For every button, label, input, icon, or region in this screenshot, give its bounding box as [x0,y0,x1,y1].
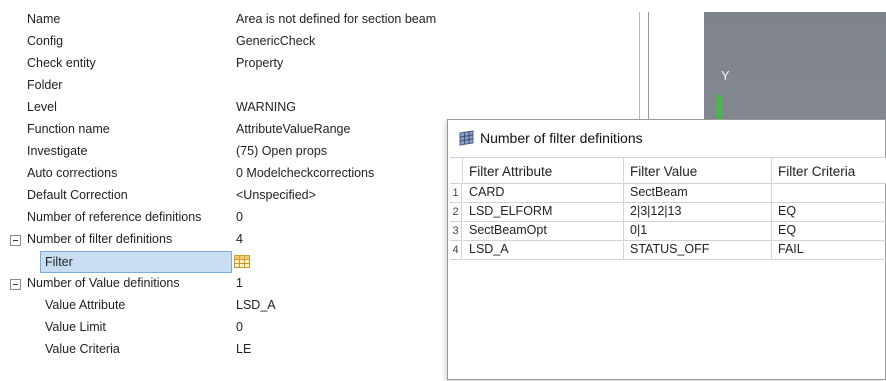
column-header-filter-criteria[interactable]: Filter Criteria [772,158,886,184]
column-header-filter-attribute[interactable]: Filter Attribute [463,158,624,184]
prop-value: <Unspecified> [236,188,316,202]
filter-definitions-popup: Number of filter definitions Filter Attr… [447,119,886,380]
popup-title: Number of filter definitions [480,130,643,146]
row-number: 2 [450,203,462,222]
cell-filter-attribute[interactable]: CARD [463,184,624,203]
prop-label: Value Attribute [45,298,126,312]
cell-filter-value[interactable]: 2|3|12|13 [624,203,772,222]
prop-value: 1 [236,276,243,290]
y-axis-label: Y [721,68,730,83]
prop-label: Investigate [27,144,88,158]
cell-filter-attribute[interactable]: LSD_ELFORM [463,203,624,222]
prop-value: 0 [236,210,243,224]
filter-selected-cell[interactable]: Filter [40,251,232,273]
prop-value: LSD_A [236,298,276,312]
prop-label: Check entity [27,56,96,70]
prop-value: AttributeValueRange [236,122,351,136]
prop-label: Level [27,100,57,114]
prop-label: Filter [45,255,73,269]
prop-value: 4 [236,232,243,246]
prop-value: Area is not defined for section beam [236,12,437,26]
prop-label: Value Criteria [45,342,120,356]
prop-row-name[interactable]: Name Area is not defined for section bea… [0,9,640,31]
cell-filter-attribute[interactable]: LSD_A [463,241,624,260]
prop-label: Default Correction [27,188,128,202]
cell-filter-value[interactable]: SectBeam [624,184,772,203]
table-edit-icon[interactable] [234,254,251,269]
prop-label: Name [27,12,61,26]
prop-value: LE [236,342,252,356]
prop-value: 0 Modelcheckcorrections [236,166,375,180]
y-axis-icon [717,95,722,120]
cell-filter-criteria[interactable] [772,184,886,203]
row-number: 1 [450,184,462,203]
prop-row-config[interactable]: Config GenericCheck [0,31,640,53]
cell-filter-criteria[interactable]: EQ [772,203,886,222]
collapse-icon[interactable] [10,279,21,290]
prop-label: Value Limit [45,320,106,334]
prop-label: Number of reference definitions [27,210,202,224]
cell-filter-attribute[interactable]: SectBeamOpt [463,222,624,241]
table-corner [450,158,463,184]
prop-row-folder[interactable]: Folder [0,75,640,97]
prop-value: 0 [236,320,243,334]
prop-value: GenericCheck [236,34,316,48]
cell-filter-criteria[interactable]: EQ [772,222,886,241]
prop-label: Folder [27,78,63,92]
prop-label: Auto corrections [27,166,118,180]
cell-filter-criteria[interactable]: FAIL [772,241,886,260]
prop-label: Function name [27,122,110,136]
table-icon [459,130,474,146]
row-number: 4 [450,241,462,260]
prop-value: Property [236,56,284,70]
prop-label: Config [27,34,64,48]
cell-filter-value[interactable]: STATUS_OFF [624,241,772,260]
prop-row-level[interactable]: Level WARNING [0,97,640,119]
prop-label: Number of Value definitions [27,276,180,290]
prop-label: Number of filter definitions [27,232,173,246]
row-number: 3 [450,222,462,241]
column-header-filter-value[interactable]: Filter Value [624,158,772,184]
filter-table: Filter Attribute Filter Value Filter Cri… [450,157,886,381]
prop-value: WARNING [236,100,296,114]
cell-filter-value[interactable]: 0|1 [624,222,772,241]
prop-value: (75) Open props [236,144,328,158]
prop-row-check-entity[interactable]: Check entity Property [0,53,640,75]
collapse-icon[interactable] [10,235,21,246]
